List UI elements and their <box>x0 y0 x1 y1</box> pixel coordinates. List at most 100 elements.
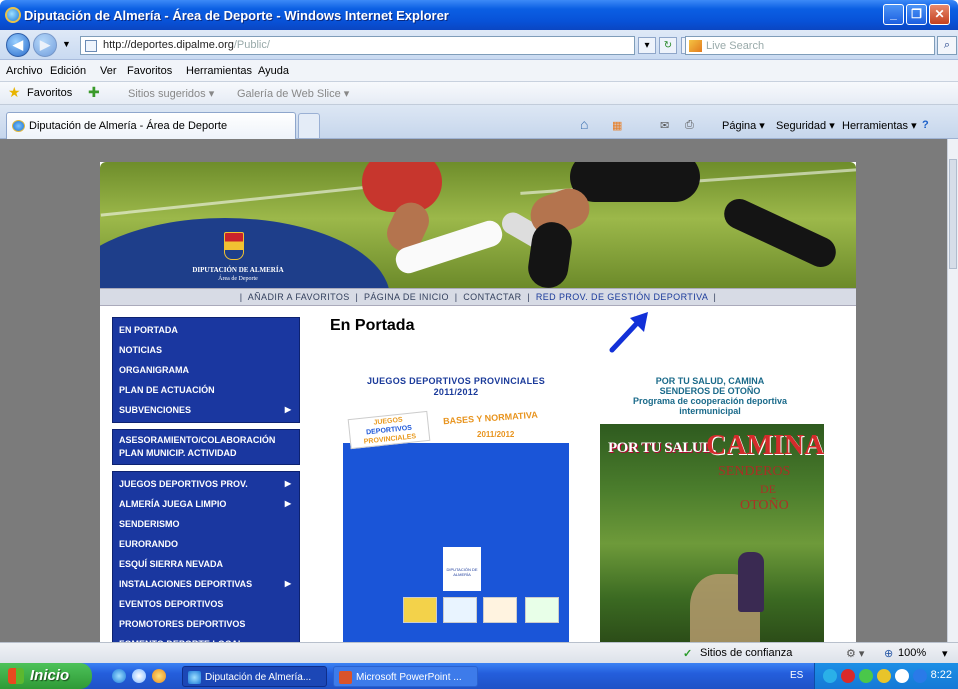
page-menu[interactable]: Página ▾ <box>722 119 765 132</box>
tray-icon[interactable] <box>841 669 855 683</box>
taskbar: Inicio Diputación de Almería... Microsof… <box>0 663 958 689</box>
zoom-icon: ⊕ <box>884 648 894 660</box>
arrow-right-icon: ▶ <box>284 579 291 588</box>
add-favorite-icon[interactable]: ✚ <box>88 84 100 101</box>
back-button[interactable]: ◀ <box>6 33 30 57</box>
new-tab-button[interactable] <box>298 113 320 138</box>
poster-text: OTOÑO <box>740 498 789 513</box>
left-nav: EN PORTADA NOTICIAS ORGANIGRAMA PLAN DE … <box>112 317 300 642</box>
nav-label: INSTALACIONES DEPORTIVAS <box>119 579 253 589</box>
nav-senderismo[interactable]: SENDERISMO <box>113 514 299 534</box>
bases-year: 2011/2012 <box>477 430 515 439</box>
nav-organigrama[interactable]: ORGANIGRAMA <box>113 360 299 380</box>
zoom-level[interactable]: 100% <box>898 647 926 659</box>
maximize-button[interactable]: ❐ <box>906 4 927 25</box>
zoom-dropdown-icon[interactable]: ▾ <box>942 647 948 660</box>
task-powerpoint[interactable]: Microsoft PowerPoint ... <box>333 666 478 687</box>
tray-icon[interactable] <box>823 669 837 683</box>
tray-icon[interactable] <box>895 669 909 683</box>
check-icon: ✓ <box>683 648 693 660</box>
web-page: DIPUTACIÓN DE ALMERÍA Área de Deporte | … <box>100 162 856 642</box>
salud-heading[interactable]: POR TU SALUD, CAMINA SENDEROS DE OTOÑO P… <box>596 376 824 416</box>
scroll-thumb[interactable] <box>949 159 957 269</box>
menu-archivo[interactable]: Archivo <box>6 65 43 77</box>
menu-ver[interactable]: Ver <box>100 65 117 77</box>
logo-line2: Área de Deporte <box>218 276 258 282</box>
nav-promotores[interactable]: PROMOTORES DEPORTIVOS <box>113 614 299 634</box>
nav-juegos[interactable]: JUEGOS DEPORTIVOS PROV. ▶ <box>113 474 299 494</box>
url-host: http://deportes.dipalme.org <box>103 39 234 51</box>
nav-instalaciones[interactable]: INSTALACIONES DEPORTIVAS ▶ <box>113 574 299 594</box>
nav-esqui[interactable]: ESQUÍ SIERRA NEVADA <box>113 554 299 574</box>
ie-window: Diputación de Almería - Área de Deporte … <box>0 0 958 689</box>
nav-subvenciones[interactable]: SUBVENCIONES ▶ <box>113 400 299 420</box>
logo-line1: DIPUTACIÓN DE ALMERÍA <box>192 266 284 274</box>
tray-icon[interactable] <box>913 669 927 683</box>
search-go-icon[interactable]: ⌕ <box>937 36 957 55</box>
nav-plan-municip[interactable]: PLAN MUNICIP. ACTIVIDAD <box>113 447 299 460</box>
juegos-heading[interactable]: JUEGOS DEPORTIVOS PROVINCIALES 2011/2012 <box>332 376 580 398</box>
quicklaunch-icon[interactable] <box>132 669 146 683</box>
history-dropdown-icon[interactable]: ▼ <box>62 39 71 49</box>
address-input[interactable]: http://deportes.dipalme.org/Public/ <box>80 36 635 55</box>
security-zone[interactable]: Sitios de confianza <box>700 647 792 659</box>
help-icon[interactable]: ? <box>922 119 929 131</box>
arrow-right-icon: ▶ <box>284 479 291 488</box>
print-icon[interactable]: ⎙ <box>685 119 694 132</box>
security-menu[interactable]: Seguridad ▾ <box>776 119 835 132</box>
nav-label: ALMERÍA JUEGA LIMPIO <box>119 499 227 509</box>
read-mail-icon[interactable]: ✉ <box>660 119 669 132</box>
nav-eurorando[interactable]: EURORANDO <box>113 534 299 554</box>
add-favorites-link[interactable]: AÑADIR A FAVORITOS <box>248 292 350 302</box>
nav-asesoramiento[interactable]: ASESORAMIENTO/COLABORACIÓN <box>113 434 299 447</box>
contact-link[interactable]: CONTACTAR <box>463 292 521 302</box>
nav-plan-actuacion[interactable]: PLAN DE ACTUACIÓN <box>113 380 299 400</box>
close-button[interactable]: ✕ <box>929 4 950 25</box>
start-button[interactable]: Inicio <box>0 663 92 689</box>
nav-group: ASESORAMIENTO/COLABORACIÓN PLAN MUNICIP.… <box>112 429 300 465</box>
ie-logo-icon <box>5 7 21 23</box>
menu-ayuda[interactable]: Ayuda <box>258 65 289 77</box>
menu-favoritos[interactable]: Favoritos <box>127 65 172 77</box>
poster-text: POR TU SALUD, <box>608 440 716 456</box>
arrow-right-icon: ▶ <box>284 405 291 414</box>
favorites-button[interactable]: Favoritos <box>27 87 72 99</box>
address-dropdown-icon[interactable]: ▾ <box>638 37 656 54</box>
forward-button[interactable]: ▶ <box>33 33 57 57</box>
language-indicator[interactable]: ES <box>790 670 803 681</box>
home-link[interactable]: PÁGINA DE INICIO <box>364 292 449 302</box>
task-ie[interactable]: Diputación de Almería... <box>182 666 327 687</box>
menu-edicion[interactable]: Edición <box>50 65 86 77</box>
salud-title4: intermunicipal <box>679 406 741 416</box>
suggested-sites-link[interactable]: Sitios sugeridos ▾ <box>128 87 214 100</box>
feeds-icon[interactable]: ▦ <box>612 119 622 132</box>
tray-icon[interactable] <box>877 669 891 683</box>
live-search-icon <box>689 40 702 52</box>
tray-icon[interactable] <box>859 669 873 683</box>
windows-flag-icon <box>8 668 24 684</box>
vertical-scrollbar[interactable] <box>947 139 958 642</box>
tools-menu[interactable]: Herramientas ▾ <box>842 119 917 132</box>
camina-poster[interactable]: POR TU SALUD, CAMINA SENDEROS DE OTOÑO <box>600 424 824 642</box>
nav-eventos[interactable]: EVENTOS DEPORTIVOS <box>113 594 299 614</box>
home-icon[interactable]: ⌂ <box>580 116 588 132</box>
webslice-gallery-link[interactable]: Galería de Web Slice ▾ <box>237 87 349 100</box>
nav-fomento[interactable]: FOMENTO DEPORTE LOCAL <box>113 634 299 642</box>
protected-mode-icon[interactable]: ⚙ ▾ <box>846 647 864 660</box>
menu-herramientas[interactable]: Herramientas <box>186 65 252 77</box>
clock[interactable]: 8:22 <box>931 669 952 681</box>
media-quicklaunch-icon[interactable] <box>152 669 166 683</box>
minimize-button[interactable]: _ <box>883 4 904 25</box>
opponent-shorts <box>570 162 700 202</box>
ie-quicklaunch-icon[interactable] <box>112 669 126 683</box>
nav-noticias[interactable]: NOTICIAS <box>113 340 299 360</box>
tab-active[interactable]: Diputación de Almería - Área de Deporte <box>6 112 296 139</box>
search-input[interactable]: Live Search <box>685 36 935 55</box>
network-link[interactable]: RED PROV. DE GESTIÓN DEPORTIVA <box>536 292 708 302</box>
page-heading: En Portada <box>330 317 415 334</box>
bases-text: BASES Y NORMATIVA <box>442 409 539 427</box>
nav-en-portada[interactable]: EN PORTADA <box>113 320 299 340</box>
nav-almeria-juega[interactable]: ALMERÍA JUEGA LIMPIO ▶ <box>113 494 299 514</box>
refresh-icon[interactable]: ↻ <box>659 37 677 54</box>
juegos-poster[interactable]: JUEGOS DEPORTIVOS PROVINCIALES BASES Y NOR… <box>343 407 569 642</box>
